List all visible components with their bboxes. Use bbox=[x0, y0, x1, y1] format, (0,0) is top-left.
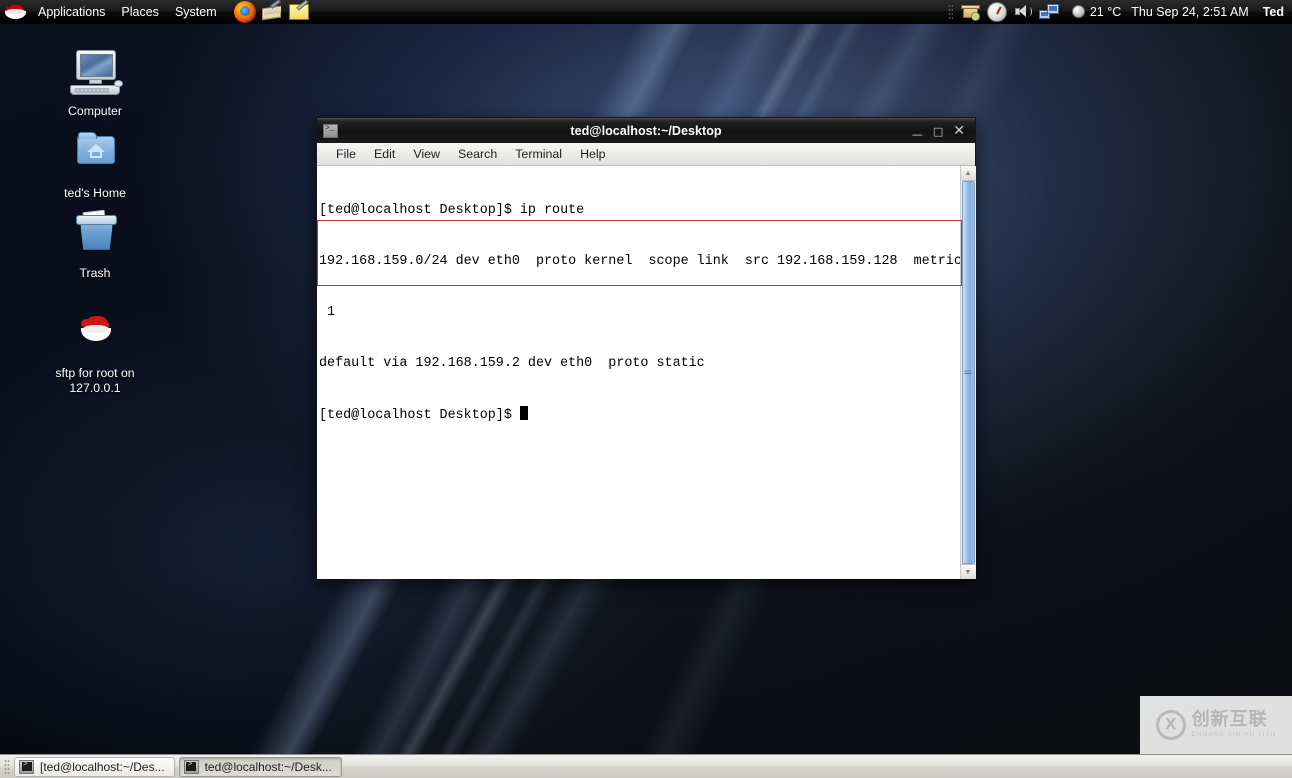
desktop-icon-home[interactable]: ted's Home bbox=[30, 132, 160, 201]
desktop-icon-trash[interactable]: Trash bbox=[30, 209, 160, 281]
taskbar-button-1[interactable]: [ted@localhost:~/Des... bbox=[14, 756, 175, 777]
terminal-body[interactable]: [ted@localhost Desktop]$ ip route 192.16… bbox=[317, 166, 976, 579]
desktop-icon-sftp-label: sftp for root on 127.0.0.1 bbox=[55, 366, 135, 395]
taskbar-grip-handle[interactable] bbox=[4, 758, 10, 775]
terminal-icon bbox=[19, 759, 34, 774]
desktop-icon-computer[interactable]: Computer bbox=[30, 50, 160, 119]
bottom-taskbar: [ted@localhost:~/Des... ted@localhost:~/… bbox=[0, 754, 1292, 778]
terminal-line: [ted@localhost Desktop]$ ip route bbox=[319, 203, 585, 218]
taskbar-button-2[interactable]: ted@localhost:~/Desk... bbox=[178, 756, 342, 777]
watermark-chinese: 创新互联 bbox=[1191, 709, 1268, 731]
terminal-menubar: File Edit View Search Terminal Help bbox=[317, 143, 975, 166]
desktop-icon-sftp[interactable]: sftp for root on 127.0.0.1 bbox=[30, 312, 160, 396]
weather-cloud-icon bbox=[1071, 5, 1085, 18]
terminal-prompt: [ted@localhost Desktop]$ bbox=[319, 408, 520, 423]
volume-icon[interactable] bbox=[1013, 2, 1033, 22]
terminal-window-icon[interactable] bbox=[323, 124, 338, 138]
terminal-output[interactable]: [ted@localhost Desktop]$ ip route 192.16… bbox=[317, 166, 960, 579]
terminal-menu-file[interactable]: File bbox=[327, 145, 365, 163]
terminal-prompt-line: [ted@localhost Desktop]$ bbox=[319, 406, 960, 424]
terminal-menu-edit[interactable]: Edit bbox=[365, 145, 404, 163]
scroll-down-arrow-icon[interactable]: ▼ bbox=[960, 564, 976, 579]
terminal-titlebar[interactable]: ted@localhost:~/Desktop — □ ✕ bbox=[317, 118, 975, 143]
cx-logo-icon bbox=[1155, 710, 1186, 740]
clock-applet[interactable]: Thu Sep 24, 2:51 AM bbox=[1131, 5, 1248, 19]
desktop-icon-computer-label: Computer bbox=[68, 104, 122, 118]
computer-icon bbox=[67, 50, 123, 100]
package-updater-icon[interactable] bbox=[960, 2, 981, 22]
window-controls: — □ ✕ bbox=[912, 124, 975, 141]
watermark-pinyin: CHUANG XIN HU LIAN bbox=[1191, 731, 1277, 739]
watermark: 创新互联 CHUANG XIN HU LIAN bbox=[1140, 696, 1292, 754]
terminal-line: 1 bbox=[319, 305, 336, 320]
desktop-icon-trash-label: Trash bbox=[79, 266, 111, 280]
power-gauge-icon[interactable] bbox=[986, 1, 1007, 22]
terminal-window-title: ted@localhost:~/Desktop bbox=[570, 124, 722, 138]
editor-icon[interactable] bbox=[288, 0, 310, 23]
taskbar-button-2-label: ted@localhost:~/Desk... bbox=[204, 759, 332, 774]
close-button[interactable]: ✕ bbox=[953, 124, 965, 138]
terminal-menu-help[interactable]: Help bbox=[571, 145, 614, 163]
menu-places[interactable]: Places bbox=[113, 1, 167, 23]
top-panel-right: 21 °C Thu Sep 24, 2:51 AM Ted bbox=[947, 0, 1292, 24]
terminal-line: default via 192.168.159.2 dev eth0 proto… bbox=[319, 356, 705, 371]
redhat-logo-icon[interactable] bbox=[5, 2, 27, 22]
terminal-menu-terminal[interactable]: Terminal bbox=[506, 145, 571, 163]
firefox-icon[interactable] bbox=[233, 0, 256, 23]
scroll-up-arrow-icon[interactable]: ▲ bbox=[960, 166, 976, 181]
weather-temperature: 21 °C bbox=[1089, 4, 1122, 19]
scrollbar-thumb[interactable] bbox=[961, 181, 975, 564]
scrollbar-track[interactable] bbox=[960, 181, 976, 564]
menu-applications[interactable]: Applications bbox=[30, 1, 113, 23]
desktop-icon-home-label: ted's Home bbox=[64, 186, 126, 200]
scrollbar-grip-icon bbox=[964, 370, 972, 375]
terminal-scrollbar[interactable]: ▲ ▼ bbox=[960, 166, 976, 579]
user-menu[interactable]: Ted bbox=[1263, 5, 1284, 19]
menu-system[interactable]: System bbox=[167, 1, 225, 23]
watermark-text: 创新互联 CHUANG XIN HU LIAN bbox=[1192, 711, 1277, 738]
network-icon[interactable] bbox=[1038, 2, 1059, 22]
terminal-cursor bbox=[519, 406, 528, 420]
trash-icon bbox=[67, 209, 123, 262]
mail-icon[interactable] bbox=[261, 0, 283, 23]
maximize-button[interactable]: □ bbox=[933, 125, 943, 138]
minimize-button[interactable]: — bbox=[912, 128, 923, 141]
tray-grip-handle[interactable] bbox=[947, 3, 953, 20]
panel-launchers bbox=[233, 0, 310, 23]
taskbar-button-1-label: [ted@localhost:~/Des... bbox=[40, 759, 165, 774]
weather-applet[interactable]: 21 °C bbox=[1071, 4, 1122, 19]
terminal-menu-search[interactable]: Search bbox=[449, 145, 506, 163]
terminal-line: 192.168.159.0/24 dev eth0 proto kernel s… bbox=[319, 254, 960, 269]
terminal-menu-view[interactable]: View bbox=[404, 145, 449, 163]
top-panel: Applications Places System 21 °C Thu Sep… bbox=[0, 0, 1292, 24]
home-folder-icon bbox=[67, 132, 123, 182]
redhat-shadowman-icon bbox=[67, 312, 123, 362]
terminal-icon bbox=[183, 759, 199, 774]
top-panel-left: Applications Places System bbox=[0, 0, 310, 24]
terminal-window[interactable]: ted@localhost:~/Desktop — □ ✕ File Edit … bbox=[316, 117, 976, 579]
